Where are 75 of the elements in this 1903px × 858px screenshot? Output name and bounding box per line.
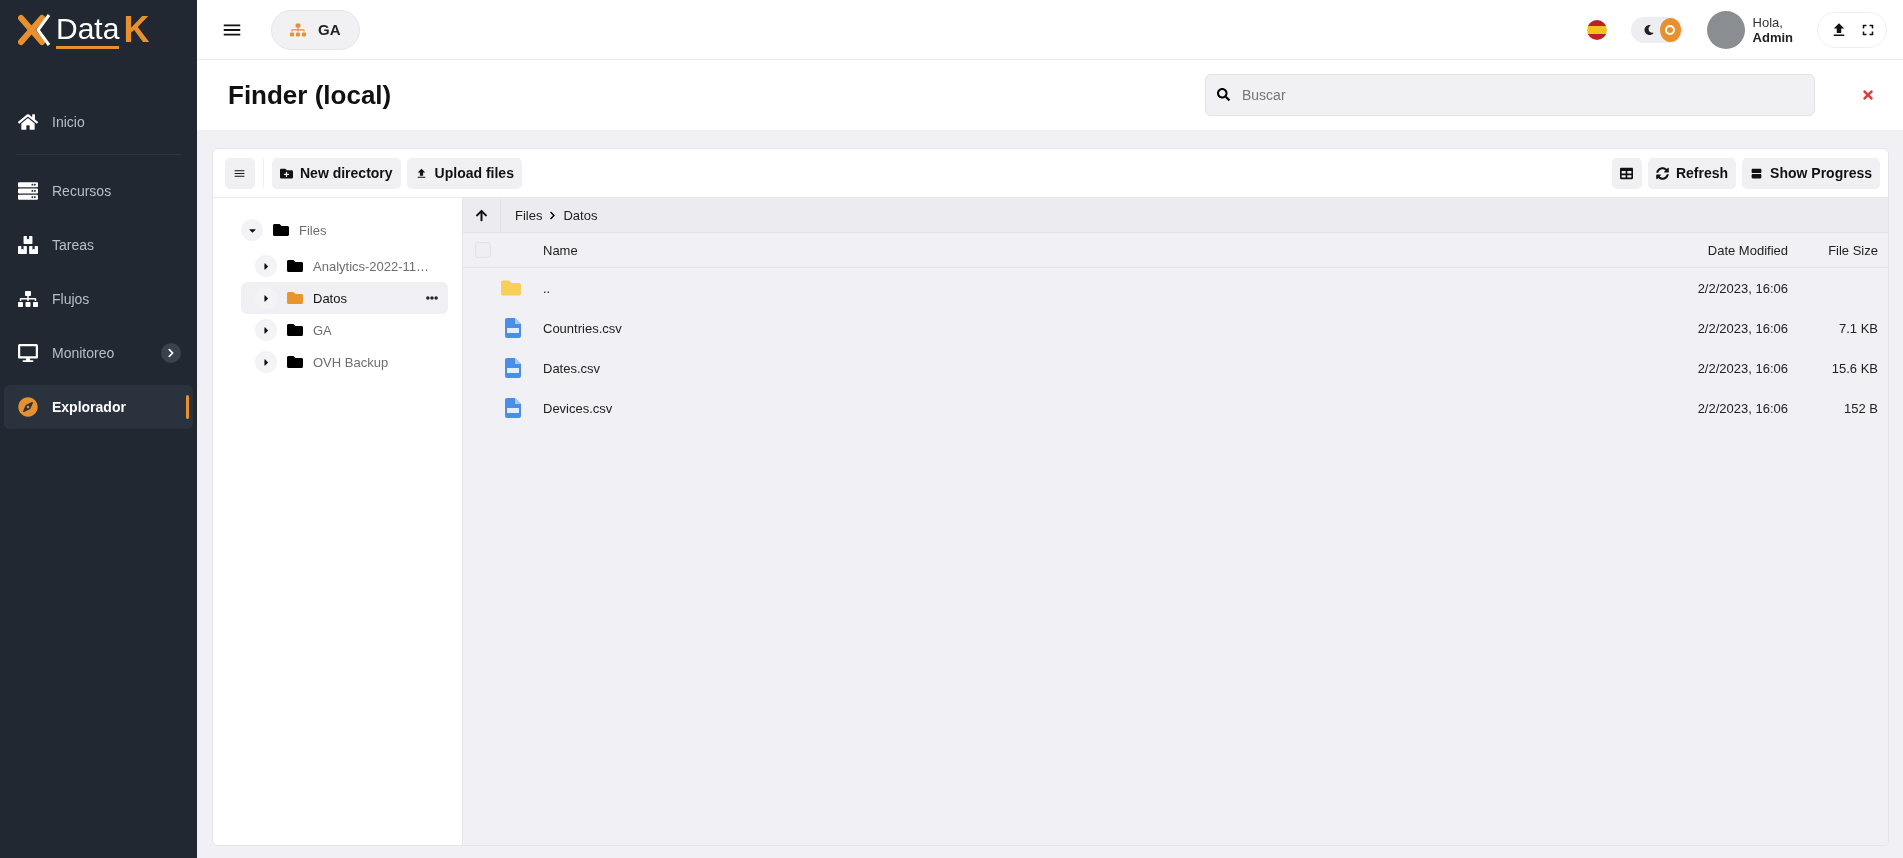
greeting-text: Hola, [1752, 14, 1784, 30]
breadcrumb-link[interactable]: Files [515, 207, 543, 223]
csv-file-icon [505, 358, 521, 378]
file-name[interactable]: .. [543, 280, 1638, 296]
toolbar-button[interactable]: Upload files [406, 157, 522, 189]
compass-icon [18, 397, 38, 417]
table-cell-text: 2/2/2023, 16:06 [1696, 400, 1789, 416]
folder-icon [273, 222, 289, 238]
avatar-placeholder[interactable] [1706, 10, 1745, 49]
sidebar-item[interactable]: Tareas [4, 223, 193, 267]
moon-icon [1644, 24, 1655, 35]
sitemap-icon [18, 289, 38, 309]
column-header[interactable]: File Size [1798, 242, 1888, 258]
file-name[interactable]: Countries.csv [543, 320, 1638, 336]
menu-icon-button[interactable] [225, 157, 255, 189]
project-selector[interactable]: GA [271, 9, 360, 50]
toolbar-button[interactable]: New directory [272, 157, 401, 189]
table-cell-text: 152 B [1843, 400, 1879, 416]
progress-bars-icon [1750, 166, 1764, 180]
sidebar-item[interactable]: Monitoreo [4, 331, 193, 375]
search-icon [1217, 88, 1230, 101]
monitor-icon [18, 343, 38, 363]
tree-item[interactable]: Analytics-2022-11… [313, 258, 430, 274]
logo-mark-icon [18, 13, 52, 47]
sidebar-item[interactable]: Recursos [4, 169, 193, 213]
table-cell-text: 7.1 KB [1837, 320, 1879, 336]
file-name[interactable]: Devices.csv [543, 400, 1638, 416]
column-header[interactable]: Date Modified [1638, 242, 1798, 258]
file-name[interactable]: Dates.csv [543, 360, 1638, 376]
tree-item[interactable]: GA [313, 322, 332, 338]
logo-letter: K [123, 9, 150, 51]
search-field[interactable]: Buscar [1205, 74, 1815, 116]
table-cell-text: 2/2/2023, 16:06 [1696, 360, 1789, 376]
breadcrumb-link[interactable]: Datos [563, 207, 598, 223]
caret-icon[interactable] [241, 219, 263, 241]
page-title: Finder (local) [228, 79, 392, 111]
flow-icon [290, 21, 306, 38]
sidebar-item[interactable]: Inicio [4, 100, 193, 144]
sidebar-item[interactable]: Explorador [4, 385, 193, 429]
chevron-icon[interactable] [161, 343, 181, 363]
logo-text: Data [56, 11, 120, 49]
selected-tree-row[interactable]: Datos [241, 282, 448, 314]
table-cell-text: 15.6 KB [1830, 360, 1879, 376]
csv-file-icon [505, 318, 521, 338]
servers-icon [18, 181, 38, 201]
folder-icon [287, 258, 303, 274]
folder-icon [287, 290, 303, 306]
folder-icon [287, 322, 303, 338]
view-icon-button[interactable] [1611, 157, 1642, 189]
folder-plus-icon [280, 166, 293, 180]
tree-item[interactable]: OVH Backup [313, 354, 389, 370]
caret-icon[interactable] [255, 351, 277, 373]
tree-item[interactable]: Datos [313, 290, 347, 306]
folder-icon [287, 354, 303, 370]
home-icon [18, 112, 38, 132]
column-header[interactable]: Name [543, 242, 1638, 258]
folder-icon [501, 278, 521, 298]
sidebar-item[interactable]: Flujos [4, 277, 193, 321]
boxes-icon [18, 235, 38, 255]
chevron-icon [548, 210, 558, 220]
theme-toggle[interactable] [1630, 16, 1683, 43]
user-name: Admin [1752, 29, 1793, 45]
tree-item[interactable]: Files [299, 222, 327, 238]
table-icon [1619, 166, 1633, 180]
spain-flag-icon[interactable] [1586, 19, 1607, 40]
csv-file-icon [505, 398, 521, 418]
refresh-icon [1655, 166, 1669, 180]
toolbar-button[interactable]: Refresh [1647, 157, 1737, 189]
active-indicator [186, 395, 189, 419]
table-cell-text: 2/2/2023, 16:06 [1696, 320, 1789, 336]
caret-icon[interactable] [255, 319, 277, 341]
table-cell-text: 2/2/2023, 16:06 [1696, 280, 1789, 296]
toolbar-button[interactable]: Show Progress [1742, 157, 1880, 189]
sun-icon [1663, 22, 1678, 37]
caret-icon[interactable] [255, 255, 277, 277]
